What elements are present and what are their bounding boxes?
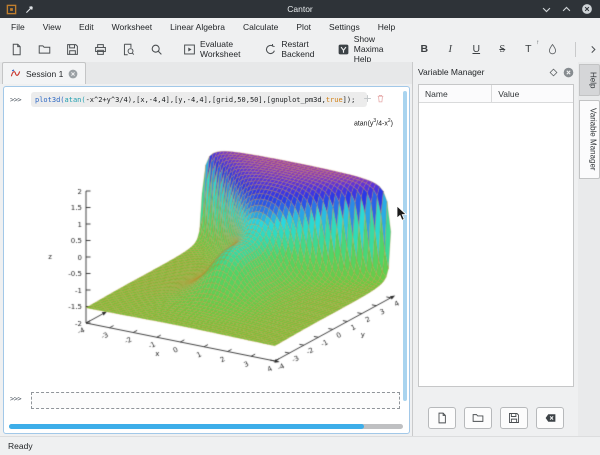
print-preview-icon (122, 43, 135, 56)
variable-manager-panel: Variable Manager Name Value (412, 62, 579, 437)
session-icon (10, 68, 21, 79)
session-tabbar: Session 1 (0, 62, 412, 85)
toolbar: Evaluate Worksheet Restart Backend Show … (0, 36, 600, 63)
minimize-button[interactable] (541, 4, 552, 15)
folder-icon (38, 43, 51, 56)
worksheet: >>> plot3d(atan(-x^2+y^3/4),[x,-4,4],[y,… (3, 86, 410, 434)
float-panel-icon[interactable] (549, 68, 558, 77)
column-header-name[interactable]: Name (419, 85, 492, 102)
paint-drop-icon (547, 43, 561, 55)
command-end: ]); (343, 96, 356, 104)
side-tab-help[interactable]: Help (579, 64, 600, 96)
horizontal-scrollbar[interactable] (9, 424, 403, 429)
titlebar: Cantor (0, 0, 600, 18)
cantor-window: { "window": { "title": "Cantor" }, "menu… (0, 0, 600, 455)
session-tab-label: Session 1 (26, 69, 63, 79)
status-text: Ready (8, 441, 33, 451)
command-entry[interactable]: plot3d(atan(-x^2+y^3/4),[x,-4,4],[y,-4,4… (31, 92, 367, 107)
tab-session-1[interactable]: Session 1 (2, 62, 86, 84)
menu-item-edit[interactable]: Edit (70, 20, 103, 34)
command-boolean: true (326, 96, 343, 104)
variable-manager-buttons (418, 407, 574, 429)
toolbar-separator (575, 42, 576, 57)
horizontal-scrollbar-thumb[interactable] (9, 424, 364, 429)
new-document-icon (10, 43, 23, 56)
clear-backspace-icon (544, 412, 557, 424)
new-document-icon (436, 412, 448, 424)
floppy-icon (508, 412, 520, 424)
bold-button[interactable]: B (417, 43, 431, 55)
save-variables-button[interactable] (500, 407, 528, 429)
worksheet-container: >>> plot3d(atan(-x^2+y^3/4),[x,-4,4],[y,… (0, 84, 412, 437)
search-icon (150, 43, 163, 56)
underline-button[interactable]: U (469, 43, 483, 55)
menu-item-worksheet[interactable]: Worksheet (103, 20, 161, 34)
mouse-cursor (396, 205, 408, 222)
save-button[interactable] (63, 40, 82, 59)
next-command-prompt: >>> (10, 395, 21, 403)
find-button[interactable] (147, 40, 166, 59)
side-tab-variable-manager[interactable]: Variable Manager (579, 100, 600, 179)
plot3d-surface-canvas (28, 112, 408, 377)
worksheet-area: Session 1 >>> plot3d(atan(-x^2+y^3/4),[x… (0, 62, 412, 437)
command-keyword: plot3d( (35, 96, 65, 104)
superscript-arrow-icon: ↑ (536, 40, 539, 46)
window-title: Cantor (0, 4, 600, 14)
restart-backend-button[interactable]: Restart Backend (261, 36, 321, 62)
restart-icon (264, 43, 277, 56)
side-tabstrip: Help Variable Manager (578, 62, 600, 437)
menu-item-file[interactable]: File (2, 20, 34, 34)
evaluate-label: Evaluate Worksheet (200, 39, 246, 59)
close-panel-icon[interactable] (563, 67, 574, 78)
italic-button[interactable]: I (443, 44, 457, 55)
maximize-button[interactable] (561, 4, 572, 15)
vertical-scrollbar[interactable] (403, 91, 407, 401)
close-button[interactable] (581, 3, 593, 15)
print-preview-button[interactable] (119, 40, 138, 59)
pin-icon[interactable] (24, 4, 35, 15)
entry-actions (363, 94, 385, 103)
empty-command-entry[interactable] (31, 392, 400, 409)
command-prompt: >>> (10, 96, 21, 104)
variables-table: Name Value (418, 84, 574, 387)
printer-icon (94, 43, 107, 56)
open-button[interactable] (35, 40, 54, 59)
restart-label: Restart Backend (281, 39, 318, 59)
folder-icon (472, 412, 484, 424)
print-button[interactable] (91, 40, 110, 59)
drag-entry-icon[interactable] (363, 94, 372, 103)
floppy-icon (66, 43, 79, 56)
variable-manager-title: Variable Manager (418, 67, 549, 77)
strikethrough-button[interactable]: S (495, 44, 509, 55)
load-variables-button[interactable] (464, 407, 492, 429)
toolbar-overflow-button[interactable] (586, 42, 600, 57)
evaluate-worksheet-button[interactable]: Evaluate Worksheet (180, 36, 249, 62)
variables-table-header: Name Value (419, 85, 573, 103)
tab-close-icon[interactable] (68, 69, 78, 79)
variable-manager-header: Variable Manager (413, 62, 579, 82)
remove-entry-icon[interactable] (376, 94, 385, 103)
app-icon (6, 4, 17, 15)
statusbar: Ready (0, 436, 600, 455)
clear-variables-button[interactable] (536, 407, 564, 429)
column-header-value[interactable]: Value (492, 85, 573, 102)
menu-item-view[interactable]: View (34, 20, 70, 34)
superscript-button[interactable]: T↑ (521, 43, 535, 55)
evaluate-icon (183, 43, 196, 56)
command-function: atan( (65, 96, 86, 104)
maxima-help-label: Show Maxima Help (354, 34, 399, 64)
highlight-color-button[interactable] (547, 43, 561, 55)
new-variable-button[interactable] (428, 407, 456, 429)
command-body: -x^2+y^3/4),[x,-4,4],[y,-4,4],[grid,50,5… (86, 96, 326, 104)
maxima-help-icon (337, 43, 350, 56)
new-worksheet-button[interactable] (7, 40, 26, 59)
